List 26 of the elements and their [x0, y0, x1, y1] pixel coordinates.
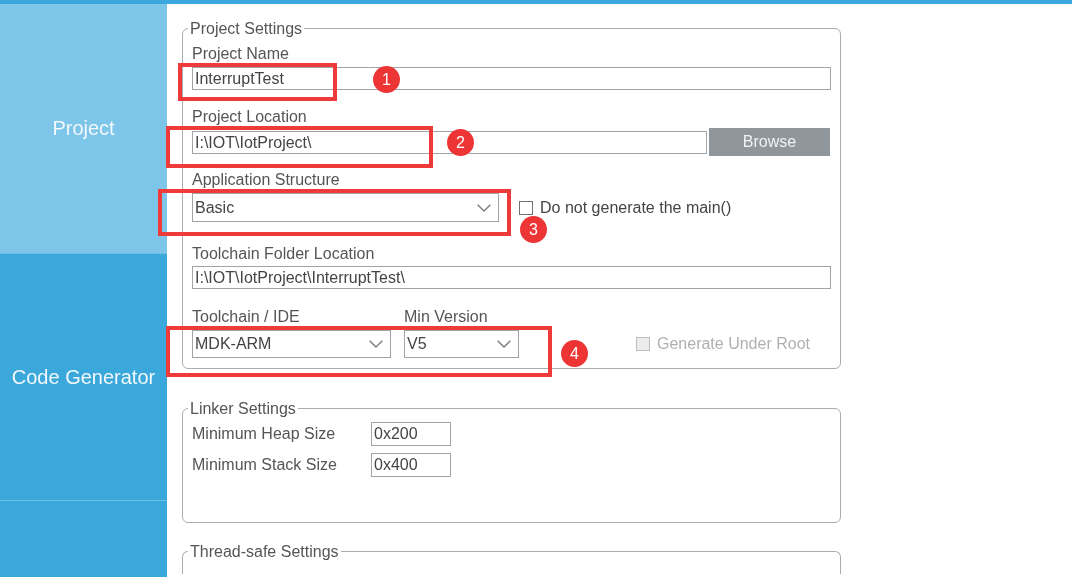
annotation-number: 1: [373, 66, 400, 93]
field-label: Toolchain Folder Location: [192, 245, 376, 263]
dropdown[interactable]: Basic: [192, 193, 499, 222]
field-label: Project Name: [192, 45, 290, 63]
panel-title: Linker Settings: [189, 400, 297, 417]
dropdown[interactable]: V5: [404, 330, 519, 358]
annotation-number: 3: [520, 216, 547, 243]
field-label: Minimum Stack Size: [192, 456, 338, 474]
chevron-down-icon: [369, 340, 383, 348]
panel-title: Thread-safe Settings: [189, 543, 340, 560]
dropdown[interactable]: MDK-ARM: [192, 330, 391, 358]
sidebar-tab[interactable]: [0, 500, 167, 577]
text-field[interactable]: 0x400: [371, 453, 451, 477]
field-label: Project Location: [192, 108, 308, 126]
field-label: Minimum Heap Size: [192, 425, 337, 443]
text-field[interactable]: 0x200: [371, 422, 451, 446]
field-label: Min Version: [404, 308, 489, 326]
chevron-down-icon: [497, 340, 511, 348]
annotation-number: 4: [561, 340, 588, 367]
checkbox[interactable]: [519, 200, 533, 215]
field-label: Application Structure: [192, 171, 341, 189]
checkbox-label[interactable]: Do not generate the main(): [540, 198, 732, 217]
text-field[interactable]: I:\IOT\IotProject\InterruptTest\: [192, 266, 831, 289]
chevron-down-icon: [477, 203, 491, 212]
field-label: Toolchain / IDE: [192, 308, 301, 326]
panel-title: Project Settings: [189, 20, 304, 37]
